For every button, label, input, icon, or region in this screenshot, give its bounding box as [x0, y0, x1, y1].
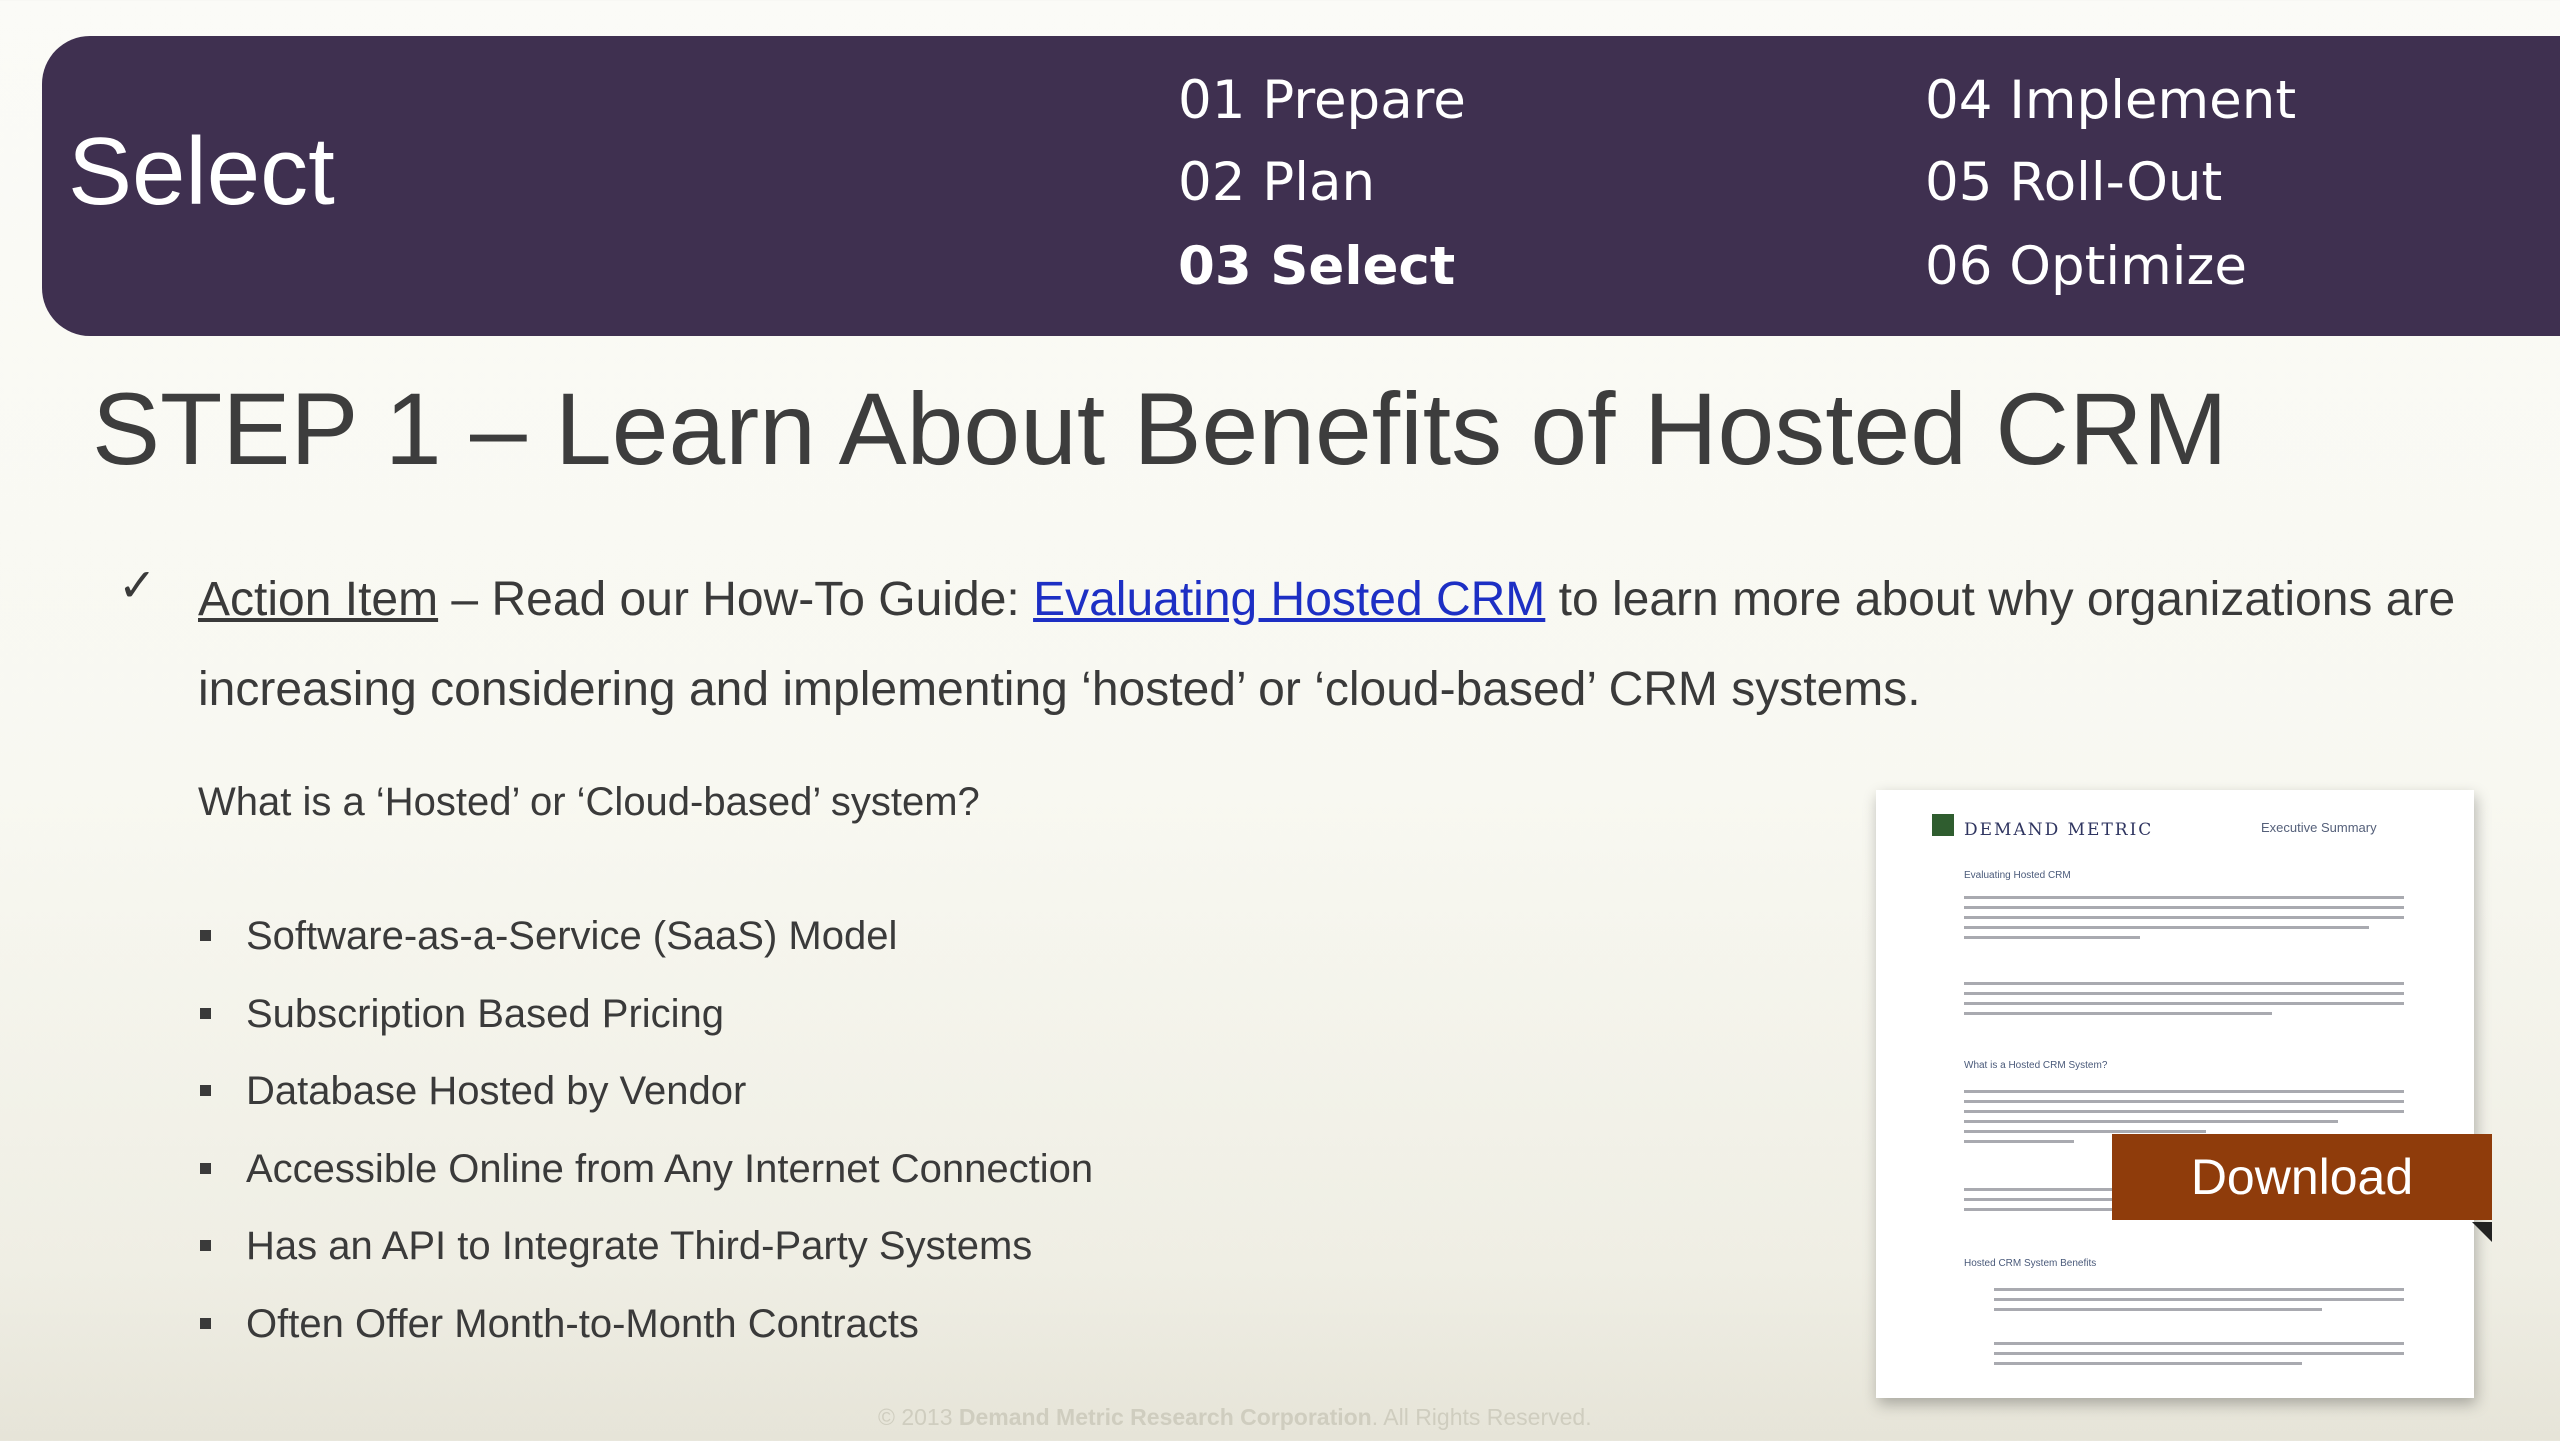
- benefit-list: Software-as-a-Service (SaaS) Model Subsc…: [198, 910, 1093, 1375]
- evaluating-hosted-crm-link[interactable]: Evaluating Hosted CRM: [1033, 573, 1545, 626]
- doc-text-block: [1994, 1288, 2404, 1318]
- step-prepare: 01 Prepare: [1178, 70, 1466, 131]
- doc-section-title: Evaluating Hosted CRM: [1964, 870, 2071, 881]
- action-item-paragraph: Action Item – Read our How-To Guide: Eva…: [198, 555, 2478, 735]
- list-item: Often Offer Month-to-Month Contracts: [198, 1298, 1093, 1376]
- step-roll-out: 05 Roll-Out: [1925, 152, 2223, 213]
- copyright-footer: © 2013 Demand Metric Research Corporatio…: [878, 1404, 1592, 1430]
- demand-metric-logo-icon: [1932, 814, 1954, 836]
- list-item: Subscription Based Pricing: [198, 988, 1093, 1066]
- list-item: Has an API to Integrate Third-Party Syst…: [198, 1220, 1093, 1298]
- doc-text-block: [1964, 896, 2404, 946]
- footer-company: Demand Metric Research Corporation: [958, 1404, 1372, 1430]
- doc-label: Executive Summary: [2261, 820, 2377, 835]
- doc-section-title: What is a Hosted CRM System?: [1964, 1060, 2108, 1071]
- step-plan: 02 Plan: [1178, 152, 1376, 213]
- step-implement: 04 Implement: [1925, 70, 2297, 131]
- doc-section-title: Hosted CRM System Benefits: [1964, 1258, 2097, 1269]
- list-item: Database Hosted by Vendor: [198, 1065, 1093, 1143]
- doc-brand: DEMAND METRIC: [1964, 820, 2154, 840]
- document-preview[interactable]: DEMAND METRIC Executive Summary Evaluati…: [1876, 790, 2474, 1398]
- list-item: Accessible Online from Any Internet Conn…: [198, 1143, 1093, 1221]
- list-item: Software-as-a-Service (SaaS) Model: [198, 910, 1093, 988]
- checkmark-icon: ✓: [118, 558, 157, 612]
- action-text-before: – Read our How-To Guide:: [438, 573, 1034, 626]
- doc-text-block: [1964, 982, 2404, 1022]
- step-optimize: 06 Optimize: [1925, 236, 2247, 297]
- action-item-label: Action Item: [198, 573, 439, 626]
- step-select-active: 03 Select: [1178, 236, 1456, 297]
- question-text: What is a ‘Hosted’ or ‘Cloud-based’ syst…: [198, 780, 980, 824]
- download-corner-icon: [2472, 1222, 2492, 1242]
- download-button[interactable]: Download: [2112, 1134, 2492, 1220]
- doc-text-block: [1994, 1342, 2404, 1372]
- step-heading: STEP 1 – Learn About Benefits of Hosted …: [92, 372, 2228, 486]
- banner-title: Select: [68, 118, 335, 225]
